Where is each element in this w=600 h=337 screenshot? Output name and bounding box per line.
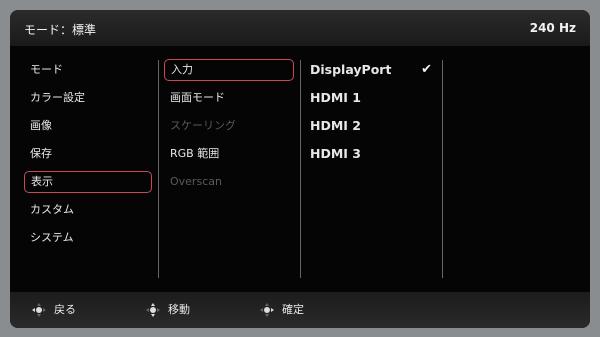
submenu-item-input[interactable]: 入力 — [164, 59, 294, 81]
back-hint[interactable]: 戻る — [32, 302, 76, 318]
option-label: HDMI 2 — [310, 118, 361, 133]
refresh-rate: 240 Hz — [529, 21, 576, 35]
submenu-item-screen-mode[interactable]: 画面モード — [164, 87, 294, 109]
checkmark-icon: ✔ — [421, 62, 432, 77]
submenu-item-label: 画面モード — [170, 91, 225, 104]
submenu-item-label: Overscan — [170, 175, 222, 188]
menu-item-mode[interactable]: モード — [24, 59, 152, 81]
column-divider — [158, 60, 159, 278]
submenu-item-label: スケーリング — [170, 119, 236, 132]
menu-item-label: システム — [30, 231, 74, 244]
mode-label: モード：標準 — [24, 23, 97, 37]
move-hint[interactable]: 移動 — [146, 302, 190, 318]
confirm-label: 確定 — [282, 303, 304, 316]
joystick-updown-icon — [146, 303, 160, 317]
confirm-hint[interactable]: 確定 — [260, 302, 304, 318]
submenu-item-rgb-range[interactable]: RGB 範囲 — [164, 143, 294, 165]
move-label: 移動 — [168, 303, 190, 316]
menu-item-label: 保存 — [30, 147, 52, 160]
joystick-left-icon — [32, 303, 46, 317]
menu-item-save[interactable]: 保存 — [24, 143, 152, 165]
menu-item-picture[interactable]: 画像 — [24, 115, 152, 137]
osd-header: モード：標準 240 Hz — [10, 10, 590, 46]
menu-item-display[interactable]: 表示 — [24, 171, 152, 193]
option-label: HDMI 1 — [310, 90, 361, 105]
menu-item-label: 表示 — [31, 175, 53, 188]
option-displayport[interactable]: DisplayPort ✔ — [304, 59, 434, 81]
option-hdmi-2[interactable]: HDMI 2 — [304, 115, 434, 137]
submenu-item-overscan: Overscan — [164, 171, 294, 193]
menu-item-label: モード — [30, 63, 63, 76]
option-hdmi-3[interactable]: HDMI 3 — [304, 143, 434, 165]
joystick-right-icon — [260, 303, 274, 317]
osd-footer: 戻る 移動 確定 — [10, 292, 590, 328]
column-divider — [300, 60, 301, 278]
submenu-item-label: 入力 — [171, 63, 193, 76]
menu-item-custom[interactable]: カスタム — [24, 199, 152, 221]
submenu-item-scaling: スケーリング — [164, 115, 294, 137]
column-divider — [442, 60, 443, 278]
menu-item-label: 画像 — [30, 119, 52, 132]
option-label: DisplayPort — [310, 62, 392, 77]
menu-item-label: カラー設定 — [30, 91, 85, 104]
submenu-item-label: RGB 範囲 — [170, 147, 220, 160]
back-label: 戻る — [54, 303, 76, 316]
option-label: HDMI 3 — [310, 146, 361, 161]
menu-item-system[interactable]: システム — [24, 227, 152, 249]
osd-panel: モード：標準 240 Hz モード カラー設定 画像 保存 表示 カスタム シス… — [10, 10, 590, 328]
option-hdmi-1[interactable]: HDMI 1 — [304, 87, 434, 109]
menu-item-color-settings[interactable]: カラー設定 — [24, 87, 152, 109]
menu-item-label: カスタム — [30, 203, 74, 216]
